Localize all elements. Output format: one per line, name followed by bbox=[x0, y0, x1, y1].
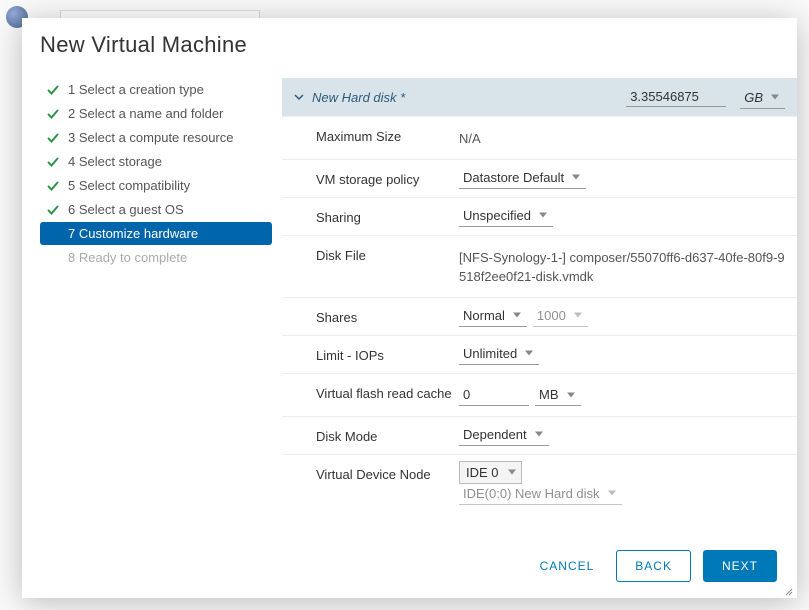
label: Sharing bbox=[294, 208, 459, 225]
device-node-slot-select: IDE(0:0) New Hard disk bbox=[459, 486, 622, 501]
step-creation-type[interactable]: 1 Select a creation type bbox=[40, 78, 272, 101]
row-device-node: Virtual Device Node IDE 0 IDE(0:0) New H… bbox=[282, 454, 797, 511]
disk-size-input[interactable] bbox=[626, 87, 726, 107]
step-label: 2 Select a name and folder bbox=[68, 106, 223, 121]
row-storage-policy: VM storage policy Datastore Default bbox=[282, 159, 797, 197]
check-icon bbox=[46, 131, 60, 145]
shares-value-input: 1000 bbox=[533, 308, 588, 323]
step-label: 5 Select compatibility bbox=[68, 178, 190, 193]
check-icon bbox=[46, 83, 60, 97]
label: Virtual Device Node bbox=[294, 465, 459, 482]
next-button[interactable]: NEXT bbox=[703, 550, 777, 582]
row-disk-file: Disk File [NFS-Synology-1-] composer/550… bbox=[282, 235, 797, 297]
step-storage[interactable]: 4 Select storage bbox=[40, 150, 272, 173]
row-flash-cache: Virtual flash read cache MB bbox=[282, 373, 797, 416]
disk-file-path: [NFS-Synology-1-] composer/55070ff6-d637… bbox=[459, 246, 785, 287]
shares-mode-select[interactable]: Normal bbox=[459, 308, 527, 323]
check-icon bbox=[46, 107, 60, 121]
modal-body: 1 Select a creation type 2 Select a name… bbox=[22, 78, 797, 536]
row-limit-iops: Limit - IOPs Unlimited bbox=[282, 335, 797, 373]
step-label: 1 Select a creation type bbox=[68, 82, 204, 97]
hardware-panel[interactable]: New Hard disk * GB Maximum Size N/A VM s… bbox=[282, 78, 797, 536]
check-icon bbox=[46, 179, 60, 193]
step-compatibility[interactable]: 5 Select compatibility bbox=[40, 174, 272, 197]
step-ready-complete: 8 Ready to complete bbox=[40, 246, 272, 269]
storage-policy-select[interactable]: Datastore Default bbox=[459, 170, 586, 185]
label: Virtual flash read cache bbox=[294, 384, 459, 401]
modal-title: New Virtual Machine bbox=[22, 18, 797, 78]
cancel-button[interactable]: CANCEL bbox=[530, 551, 605, 581]
value: N/A bbox=[459, 127, 481, 149]
label: Maximum Size bbox=[294, 127, 459, 144]
new-vm-wizard-modal: New Virtual Machine 1 Select a creation … bbox=[22, 18, 797, 598]
sharing-select[interactable]: Unspecified bbox=[459, 208, 553, 223]
label: Disk Mode bbox=[294, 427, 459, 444]
row-disk-mode: Disk Mode Dependent bbox=[282, 416, 797, 454]
step-compute-resource[interactable]: 3 Select a compute resource bbox=[40, 126, 272, 149]
step-label: 8 Ready to complete bbox=[68, 250, 187, 265]
step-name-folder[interactable]: 2 Select a name and folder bbox=[40, 102, 272, 125]
row-sharing: Sharing Unspecified bbox=[282, 197, 797, 235]
check-icon bbox=[46, 203, 60, 217]
row-maximum-size: Maximum Size N/A bbox=[282, 116, 797, 159]
new-hard-disk-section[interactable]: New Hard disk * GB bbox=[282, 78, 797, 116]
step-label: 6 Select a guest OS bbox=[68, 202, 184, 217]
label: Limit - IOPs bbox=[294, 346, 459, 363]
label: Disk File bbox=[294, 246, 459, 263]
disk-size-unit-select[interactable]: GB bbox=[740, 90, 785, 105]
wizard-steps: 1 Select a creation type 2 Select a name… bbox=[22, 78, 282, 536]
resize-handle-icon[interactable] bbox=[783, 584, 793, 594]
section-title: New Hard disk * bbox=[312, 90, 405, 105]
row-shares: Shares Normal 1000 bbox=[282, 297, 797, 335]
step-customize-hardware[interactable]: 7 Customize hardware bbox=[40, 222, 272, 245]
label: Shares bbox=[294, 308, 459, 325]
limit-iops-select[interactable]: Unlimited bbox=[459, 346, 539, 361]
device-node-bus-select[interactable]: IDE 0 bbox=[459, 465, 522, 480]
disk-mode-select[interactable]: Dependent bbox=[459, 427, 549, 442]
flash-cache-unit-select[interactable]: MB bbox=[535, 387, 581, 402]
flash-cache-input[interactable] bbox=[459, 384, 529, 406]
chevron-down-icon bbox=[294, 92, 304, 102]
wizard-footer: CANCEL BACK NEXT bbox=[22, 536, 797, 598]
label: VM storage policy bbox=[294, 170, 459, 187]
back-button[interactable]: BACK bbox=[616, 550, 691, 582]
step-guest-os[interactable]: 6 Select a guest OS bbox=[40, 198, 272, 221]
step-label: 3 Select a compute resource bbox=[68, 130, 233, 145]
step-label: 7 Customize hardware bbox=[68, 226, 198, 241]
step-label: 4 Select storage bbox=[68, 154, 162, 169]
check-icon bbox=[46, 155, 60, 169]
